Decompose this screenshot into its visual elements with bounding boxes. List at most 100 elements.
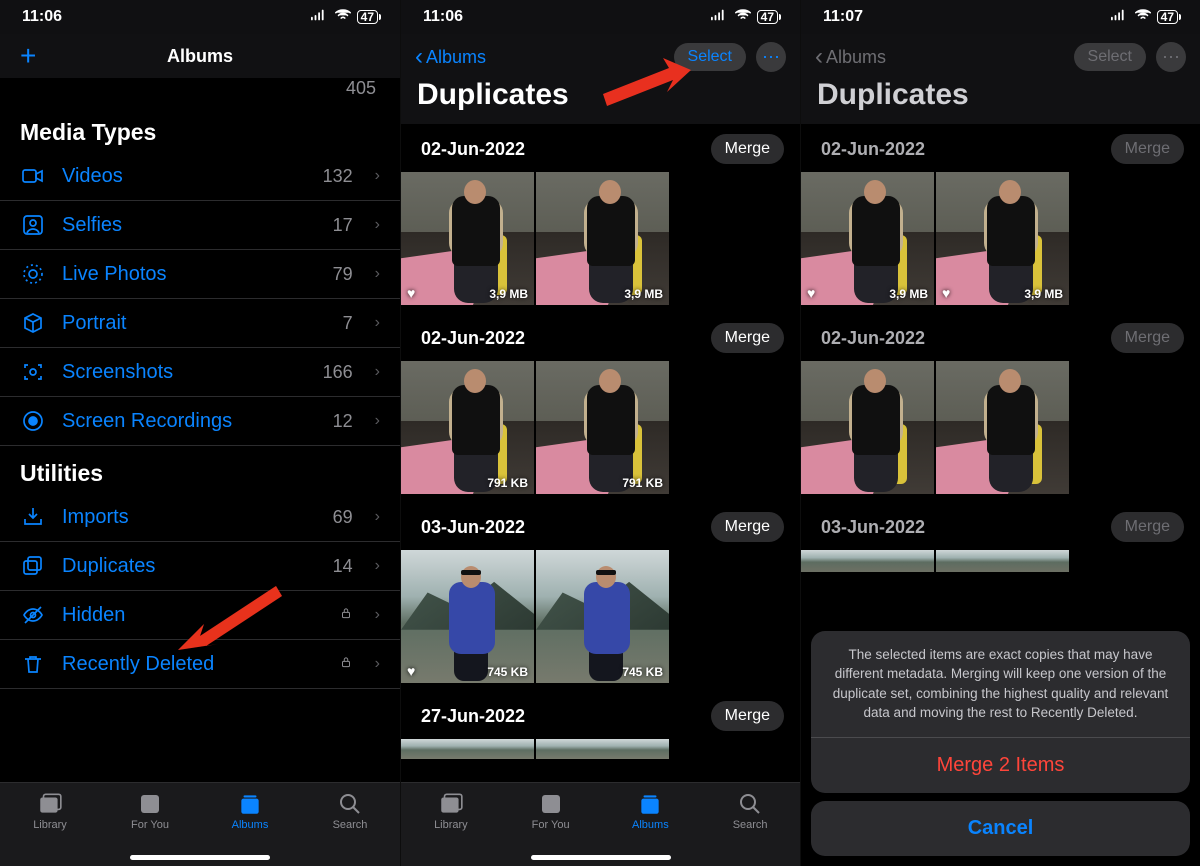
group-date: 02-Jun-2022 — [821, 328, 925, 349]
lock-icon — [339, 655, 353, 673]
duplicate-group: 02-Jun-2022 Merge — [801, 313, 1200, 502]
home-indicator[interactable] — [531, 855, 671, 860]
tab-search[interactable]: Search — [710, 791, 790, 831]
merge-items-button[interactable]: Merge 2 Items — [811, 738, 1190, 793]
merge-button[interactable]: Merge — [711, 701, 784, 731]
row-duplicates[interactable]: Duplicates 14 › — [0, 542, 400, 591]
duplicate-group: 27-Jun-2022 Merge — [401, 691, 800, 767]
photo-stack-icon — [37, 791, 63, 817]
chevron-right-icon: › — [375, 412, 380, 430]
group-date: 02-Jun-2022 — [421, 139, 525, 160]
import-icon — [20, 505, 46, 529]
tab-foryou[interactable]: For You — [511, 791, 591, 831]
file-size: 3,9 MB — [1024, 287, 1063, 301]
select-button: Select — [1074, 43, 1146, 71]
photo-thumbnail[interactable]: 3,9 MB — [536, 172, 669, 305]
status-bar: 11:06 47 — [0, 0, 400, 34]
file-size: 791 KB — [622, 476, 663, 490]
merge-button[interactable]: Merge — [711, 323, 784, 353]
merge-button: Merge — [1111, 512, 1184, 542]
photo-thumbnail: ♥ 3,9 MB — [936, 172, 1069, 305]
recording-icon — [20, 409, 46, 433]
duplicate-group: 02-Jun-2022 Merge ♥ 3,9 MB ♥ 3,9 MB — [801, 124, 1200, 313]
group-date: 02-Jun-2022 — [821, 139, 925, 160]
search-icon — [738, 791, 762, 817]
photo-thumbnail[interactable]: 791 KB — [401, 361, 534, 494]
row-label: Recently Deleted — [62, 653, 323, 676]
photo-thumbnail[interactable]: ♥ 745 KB — [401, 550, 534, 683]
row-screenshots[interactable]: Screenshots 166 › — [0, 348, 400, 397]
merge-button[interactable]: Merge — [711, 134, 784, 164]
row-label: Screen Recordings — [62, 410, 317, 433]
albums-list[interactable]: 405 Media Types Videos 132 › Selfies 17 … — [0, 78, 400, 782]
cellular-icon — [1111, 8, 1129, 26]
photo-thumbnail — [936, 361, 1069, 494]
tab-library[interactable]: Library — [10, 791, 90, 831]
cancel-button[interactable]: Cancel — [811, 801, 1190, 856]
sheet-message: The selected items are exact copies that… — [811, 631, 1190, 738]
status-right: 47 — [1111, 8, 1178, 26]
more-button[interactable]: ⋯ — [756, 42, 786, 72]
photo-thumbnail[interactable] — [536, 739, 669, 759]
nav-bar: ‹ Albums Select ⋯ — [801, 34, 1200, 72]
row-livephotos[interactable]: Live Photos 79 › — [0, 250, 400, 299]
search-icon — [338, 791, 362, 817]
row-label: Imports — [62, 506, 317, 529]
photo-thumbnail[interactable]: 745 KB — [536, 550, 669, 683]
screen-albums: 11:06 47 + Albums 405 Media Types Videos… — [0, 0, 400, 866]
wifi-icon — [334, 8, 352, 26]
row-count: 14 — [333, 556, 353, 577]
merge-button[interactable]: Merge — [711, 512, 784, 542]
group-date: 03-Jun-2022 — [821, 517, 925, 538]
row-imports[interactable]: Imports 69 › — [0, 493, 400, 542]
row-recentlydeleted[interactable]: Recently Deleted › — [0, 640, 400, 689]
row-count: 132 — [323, 166, 353, 187]
tab-albums[interactable]: Albums — [210, 791, 290, 831]
heart-icon: ♥ — [942, 285, 950, 301]
heart-icon: ♥ — [407, 285, 415, 301]
video-icon — [20, 164, 46, 188]
tab-library[interactable]: Library — [411, 791, 491, 831]
file-size: 3,9 MB — [489, 287, 528, 301]
duplicates-list[interactable]: 02-Jun-2022 Merge ♥ 3,9 MB 3,9 MB 02-Jun… — [401, 124, 800, 782]
chevron-right-icon: › — [375, 655, 380, 673]
status-right: 47 — [311, 8, 378, 26]
photo-thumbnail: ♥ 3,9 MB — [801, 172, 934, 305]
row-portrait[interactable]: Portrait 7 › — [0, 299, 400, 348]
photo-thumbnail[interactable] — [401, 739, 534, 759]
photo-stack-icon — [438, 791, 464, 817]
cellular-icon — [311, 8, 329, 26]
row-label: Duplicates — [62, 555, 317, 578]
group-date: 27-Jun-2022 — [421, 706, 525, 727]
chevron-left-icon: ‹ — [415, 43, 423, 71]
photo-thumbnail[interactable]: 791 KB — [536, 361, 669, 494]
select-button[interactable]: Select — [674, 43, 746, 71]
cellular-icon — [711, 8, 729, 26]
partial-row: 405 — [0, 78, 400, 105]
status-bar: 11:07 47 — [801, 0, 1200, 34]
row-hidden[interactable]: Hidden › — [0, 591, 400, 640]
chevron-right-icon: › — [375, 265, 380, 283]
section-utilities: Utilities — [0, 446, 400, 493]
page-title: Duplicates — [401, 72, 800, 124]
file-size: 3,9 MB — [889, 287, 928, 301]
ellipsis-icon: ⋯ — [1162, 47, 1180, 68]
row-screenrecordings[interactable]: Screen Recordings 12 › — [0, 397, 400, 446]
battery-icon: 47 — [357, 10, 378, 24]
tab-search[interactable]: Search — [310, 791, 390, 831]
back-button[interactable]: ‹ Albums — [415, 43, 486, 71]
add-button[interactable]: + — [20, 40, 50, 72]
row-videos[interactable]: Videos 132 › — [0, 152, 400, 201]
tab-foryou[interactable]: For You — [110, 791, 190, 831]
row-count: 7 — [343, 313, 353, 334]
row-selfies[interactable]: Selfies 17 › — [0, 201, 400, 250]
photo-thumbnail[interactable]: ♥ 3,9 MB — [401, 172, 534, 305]
tab-albums[interactable]: Albums — [610, 791, 690, 831]
chevron-right-icon: › — [375, 606, 380, 624]
home-indicator[interactable] — [130, 855, 270, 860]
row-label: Live Photos — [62, 263, 317, 286]
livephoto-icon — [20, 262, 46, 286]
file-size: 745 KB — [622, 665, 663, 679]
cube-icon — [20, 311, 46, 335]
eye-slash-icon — [20, 603, 46, 627]
